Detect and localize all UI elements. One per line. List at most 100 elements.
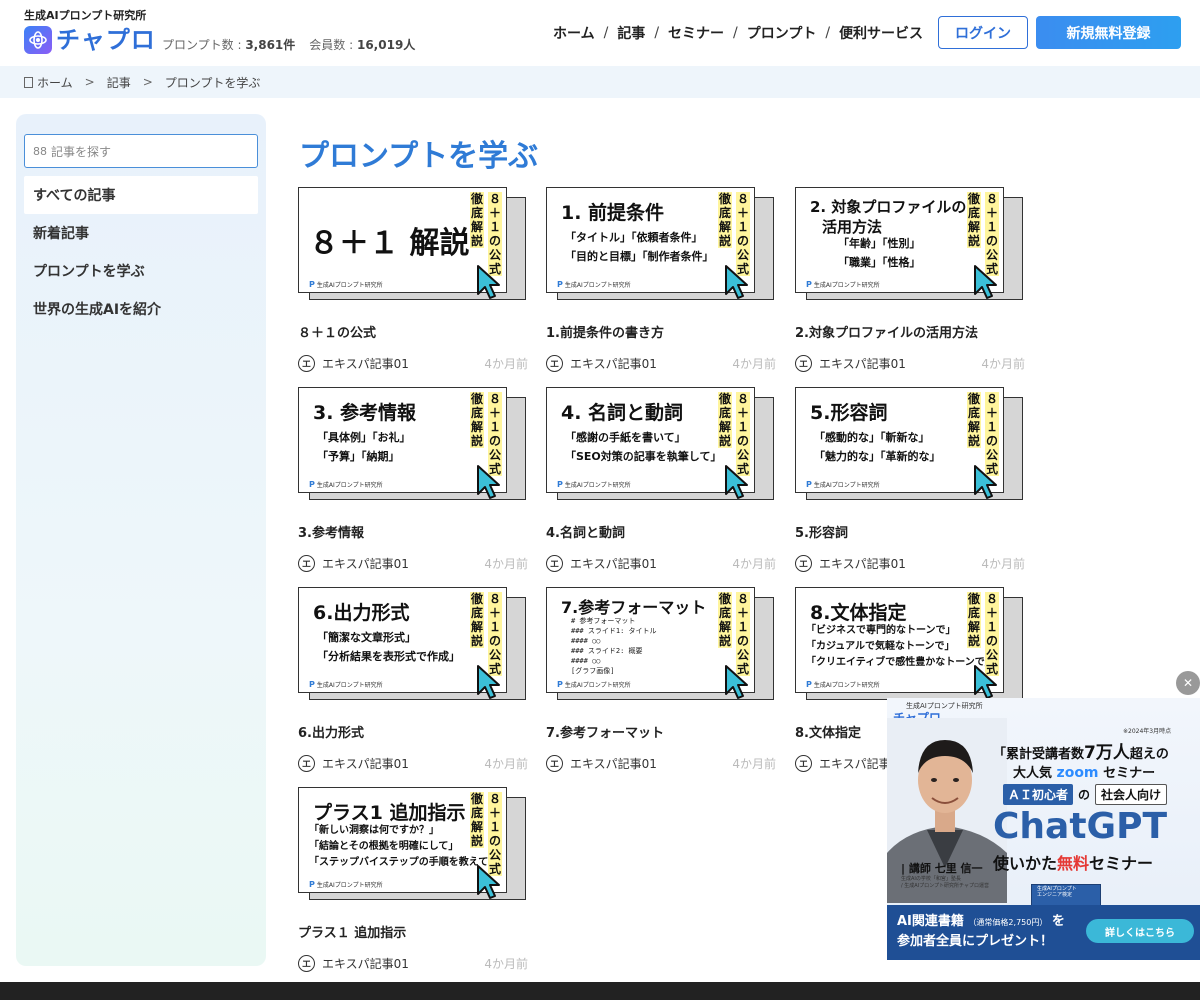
article-meta: エ エキスパ記事01 4か月前 xyxy=(546,355,776,372)
cursor-icon xyxy=(477,865,500,899)
thumbnail-subtext: 「感動的な」「斬新な」 「魅力的な」「革新的な」 xyxy=(814,428,941,466)
article-thumbnail[interactable]: 8.文体指定 「ビジネスで専門的なトーンで」 「カジュアルで気軽なトーンで」 「クリ… xyxy=(795,587,1025,702)
article-author[interactable]: エ エキスパ記事01 xyxy=(298,555,409,572)
sidebar-item-all-articles[interactable]: すべての記事 xyxy=(24,176,258,214)
thumbnail-tag-thorough: 徹底解説 xyxy=(470,192,484,248)
close-icon[interactable]: ✕ xyxy=(1176,671,1200,695)
nav-home[interactable]: ホーム xyxy=(553,23,595,43)
sidebar: 88 記事を探す すべての記事 新着記事 プロンプトを学ぶ 世界の生成AIを紹介 xyxy=(16,114,266,966)
article-card[interactable]: 2. 対象プロファイルの 「年齢」「性別」 「職業」「性格」 徹底解説 ８ ＋ １ の公… xyxy=(795,187,1025,372)
thumbnail-heading: 5.形容詞 xyxy=(810,402,888,424)
article-search-input[interactable]: 88 記事を探す xyxy=(24,134,258,168)
article-title[interactable]: 7.参考フォーマット xyxy=(546,722,776,741)
thumbnail-heading: ８＋１ 解説 xyxy=(309,226,470,261)
thumbnail-brand: P 生成AIプロンプト研究所 xyxy=(806,480,880,489)
article-date: 4か月前 xyxy=(484,757,528,771)
thumbnail-brand: P 生成AIプロンプト研究所 xyxy=(557,480,631,489)
nav-articles[interactable]: 記事 xyxy=(617,23,645,43)
article-author[interactable]: エ エキスパ記事01 xyxy=(546,355,657,372)
sidebar-item-new-articles[interactable]: 新着記事 xyxy=(24,214,258,252)
article-card[interactable]: 4. 名詞と動詞 「感謝の手紙を書いて」 「SEO対策の記事を執筆して」 徹底解説… xyxy=(546,387,776,572)
ad-bottom-text: AI関連書籍 （通常価格2,750円） を 参加者全員にプレゼント！ xyxy=(897,914,1065,949)
author-name: エキスパ記事01 xyxy=(570,357,657,371)
article-card[interactable]: プラス1 追加指示 「新しい洞察は何ですか？」 「結論とその根拠を明確にして」 「ス… xyxy=(298,787,528,972)
article-title[interactable]: プラス１ 追加指示 xyxy=(298,922,528,941)
nav-separator: / xyxy=(654,25,660,41)
article-card[interactable]: ８＋１ 解説 徹底解説 ８ ＋ １ の公式 P 生成AIプロンプト研究所 ８＋１の公式 … xyxy=(298,187,528,372)
article-card[interactable]: 3. 参考情報 「具体例」「お礼」 「予算」「納期」 徹底解説 ８ ＋ １ の公式 P生… xyxy=(298,387,528,572)
grid-icon: 88 xyxy=(33,144,47,158)
seminar-ad-banner[interactable]: 生成AIプロンプト研究所 チャプロ ※2024年3月時点 「累計受講者数7万人超… xyxy=(887,698,1200,960)
article-author[interactable]: エ エキスパ記事01 xyxy=(795,555,906,572)
thumbnail-tag-thorough: 徹底解説 xyxy=(718,192,732,248)
article-meta: エ エキスパ記事01 4か月前 xyxy=(546,755,776,772)
article-thumbnail[interactable]: 1. 前提条件 「タイトル」「依頼者条件」 「目的と目標」「制作者条件」 徹底解説… xyxy=(546,187,776,302)
article-title[interactable]: 5.形容詞 xyxy=(795,522,1025,541)
article-author[interactable]: エ エキスパ記事01 xyxy=(546,755,657,772)
thumbnail-subtext-line: 「クリエイティブで感性豊かなトーンで」 xyxy=(806,657,995,668)
nav-prompts[interactable]: プロンプト xyxy=(747,23,817,43)
article-date: 4か月前 xyxy=(484,357,528,371)
article-title[interactable]: 6.出力形式 xyxy=(298,722,528,741)
ad-cta-button[interactable]: 詳しくはこちら xyxy=(1086,919,1194,943)
article-thumbnail[interactable]: 2. 対象プロファイルの 「年齢」「性別」 「職業」「性格」 徹底解説 ８ ＋ １ の公… xyxy=(795,187,1025,302)
thumbnail-subtext: 「年齢」「性別」 「職業」「性格」 xyxy=(838,234,921,272)
article-meta: エ エキスパ記事01 4か月前 xyxy=(795,555,1025,572)
thumbnail-subtext-line: 「職業」「性格」 xyxy=(838,256,921,269)
site-logo[interactable]: 生成AIプロンプト研究所 チャプロ xyxy=(24,9,156,54)
article-title[interactable]: 4.名詞と動詞 xyxy=(546,522,776,541)
breadcrumb: ホーム > 記事 > プロンプトを学ぶ xyxy=(0,66,1200,98)
author-name: エキスパ記事01 xyxy=(819,357,906,371)
article-thumbnail[interactable]: 5.形容詞 「感動的な」「斬新な」 「魅力的な」「革新的な」 徹底解説 ８ ＋ １ の公… xyxy=(795,387,1025,502)
brand-p-icon: P xyxy=(309,280,315,289)
brand-p-icon: P xyxy=(806,480,812,489)
thumbnail-panel: 5.形容詞 「感動的な」「斬新な」 「魅力的な」「革新的な」 徹底解説 ８ ＋ １ の公… xyxy=(795,387,1004,499)
article-author[interactable]: エ エキスパ記事01 xyxy=(298,755,409,772)
article-meta: エ エキスパ記事01 4か月前 xyxy=(298,755,528,772)
article-thumbnail[interactable]: プラス1 追加指示 「新しい洞察は何ですか？」 「結論とその根拠を明確にして」 「ス… xyxy=(298,787,528,902)
sidebar-item-world-ai[interactable]: 世界の生成AIを紹介 xyxy=(24,290,258,328)
article-thumbnail[interactable]: 6.出力形式 「簡潔な文章形式」 「分析結果を表形式で作成」 徹底解説 ８ ＋ １ の公… xyxy=(298,587,528,702)
article-thumbnail[interactable]: 7.参考フォーマット # 参考フォーマット ### スライド1: タイトル ##… xyxy=(546,587,776,702)
article-author[interactable]: エ エキスパ記事01 xyxy=(546,555,657,572)
article-card[interactable]: 5.形容詞 「感動的な」「斬新な」 「魅力的な」「革新的な」 徹底解説 ８ ＋ １ の公… xyxy=(795,387,1025,572)
thumbnail-brand: P 生成AIプロンプト研究所 xyxy=(309,480,383,489)
thumbnail-tag-thorough: 徹底解説 xyxy=(967,192,981,248)
thumbnail-panel: 8.文体指定 「ビジネスで専門的なトーンで」 「カジュアルで気軽なトーンで」 「クリ… xyxy=(795,587,1004,699)
brand-p-icon: P xyxy=(309,880,315,889)
site-header: 生成AIプロンプト研究所 チャプロ プロンプト数 : 3,861件 会員数 : … xyxy=(0,0,1200,66)
article-meta: エ エキスパ記事01 4か月前 xyxy=(298,355,528,372)
breadcrumb-articles[interactable]: 記事 xyxy=(107,74,131,91)
avatar: エ xyxy=(795,755,812,772)
brand-p-icon: P xyxy=(309,480,315,489)
thumbnail-brand: P 生成AIプロンプト研究所 xyxy=(309,280,383,289)
article-card[interactable]: 7.参考フォーマット # 参考フォーマット ### スライド1: タイトル ##… xyxy=(546,587,776,772)
article-title[interactable]: 2.対象プロファイルの活用方法 xyxy=(795,322,1025,341)
thumbnail-tag-thorough: 徹底解説 xyxy=(967,392,981,448)
article-thumbnail[interactable]: ８＋１ 解説 徹底解説 ８ ＋ １ の公式 P 生成AIプロンプト研究所 xyxy=(298,187,528,302)
logo-text: チャプロ xyxy=(56,26,156,54)
login-button[interactable]: ログイン xyxy=(938,16,1028,49)
thumbnail-brand: P 生成AIプロンプト研究所 xyxy=(557,280,631,289)
author-name: エキスパ記事01 xyxy=(322,957,409,971)
sidebar-item-learn-prompts[interactable]: プロンプトを学ぶ xyxy=(24,252,258,290)
article-title[interactable]: 1.前提条件の書き方 xyxy=(546,322,776,341)
article-thumbnail[interactable]: 3. 参考情報 「具体例」「お礼」 「予算」「納期」 徹底解説 ８ ＋ １ の公式 P生… xyxy=(298,387,528,502)
register-button[interactable]: 新規無料登録 xyxy=(1036,16,1181,49)
thumbnail-subtext-line: 「タイトル」「依頼者条件」 xyxy=(565,231,703,244)
breadcrumb-current: プロンプトを学ぶ xyxy=(164,75,261,90)
article-thumbnail[interactable]: 4. 名詞と動詞 「感謝の手紙を書いて」 「SEO対策の記事を執筆して」 徹底解説… xyxy=(546,387,776,502)
article-title[interactable]: ８＋１の公式 xyxy=(298,322,528,341)
article-author[interactable]: エ エキスパ記事01 xyxy=(298,355,409,372)
article-author[interactable]: エ エキスパ記事01 xyxy=(795,355,906,372)
breadcrumb-home[interactable]: ホーム xyxy=(37,74,73,91)
article-title[interactable]: 3.参考情報 xyxy=(298,522,528,541)
article-card[interactable]: 1. 前提条件 「タイトル」「依頼者条件」 「目的と目標」「制作者条件」 徹底解説… xyxy=(546,187,776,372)
article-author[interactable]: エ エキスパ記事01 xyxy=(298,955,409,972)
article-date: 4か月前 xyxy=(484,957,528,971)
nav-seminars[interactable]: セミナー xyxy=(668,23,724,43)
nav-services[interactable]: 便利サービス xyxy=(839,23,923,43)
article-card[interactable]: 6.出力形式 「簡潔な文章形式」 「分析結果を表形式で作成」 徹底解説 ８ ＋ １ の公… xyxy=(298,587,528,772)
thumbnail-subtext-line: 「分析結果を表形式で作成」 xyxy=(317,650,460,663)
cursor-icon xyxy=(725,465,748,499)
